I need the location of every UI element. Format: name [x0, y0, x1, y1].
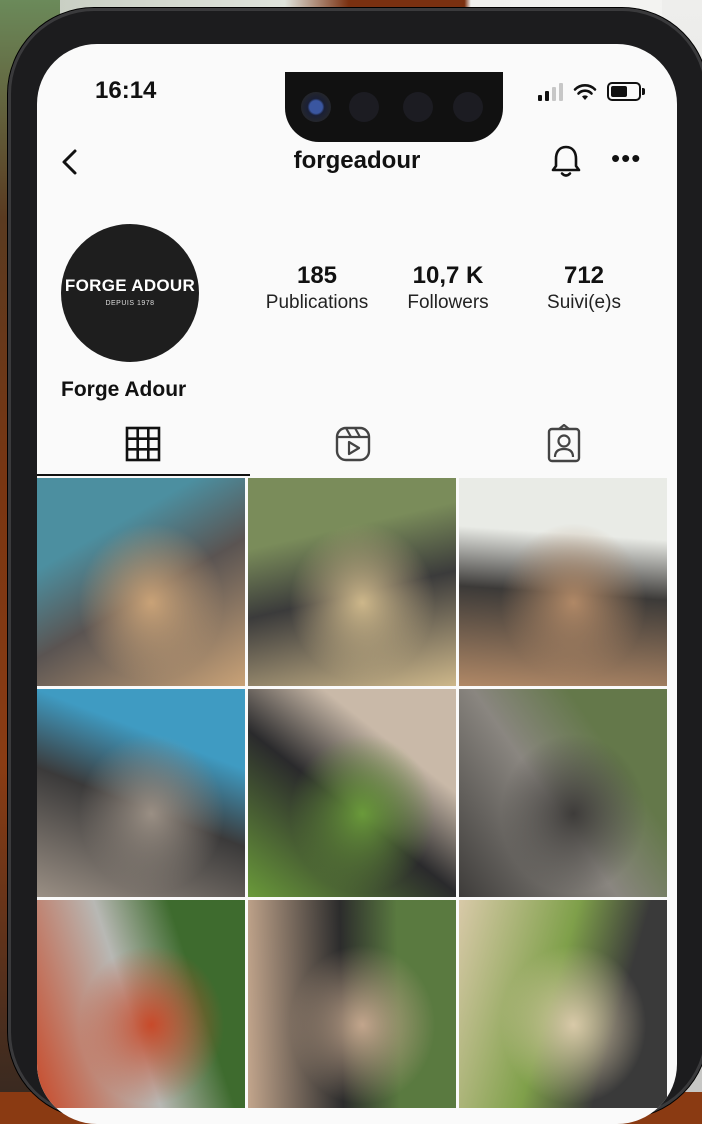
- camera-notch: [285, 72, 503, 142]
- stat-value: 185: [296, 262, 338, 289]
- stat-label: Followers: [407, 292, 489, 313]
- post-thumbnail[interactable]: [459, 689, 667, 897]
- tagged-icon[interactable]: [544, 424, 584, 464]
- profile-tabs: [37, 414, 677, 478]
- active-tab-indicator: [37, 474, 250, 476]
- post-thumbnail[interactable]: [459, 900, 667, 1108]
- phone-screen: 16:14 forgeadour ••• FORGE ADOUR DEPUIS …: [37, 44, 677, 1124]
- bell-icon[interactable]: [545, 140, 587, 182]
- stat-label: Suivi(e)s: [547, 292, 621, 313]
- profile-avatar[interactable]: FORGE ADOUR DEPUIS 1978: [61, 224, 199, 362]
- more-options-icon[interactable]: •••: [611, 145, 641, 171]
- post-thumbnail[interactable]: [459, 478, 667, 686]
- post-thumbnail[interactable]: [37, 900, 245, 1108]
- battery-icon: [607, 82, 645, 101]
- phone-frame: 16:14 forgeadour ••• FORGE ADOUR DEPUIS …: [8, 8, 702, 1124]
- sensor-dot: [453, 92, 483, 122]
- stat-value: 712: [563, 262, 605, 289]
- battery-level: [611, 86, 627, 97]
- post-thumbnail[interactable]: [37, 689, 245, 897]
- profile-display-name: Forge Adour: [61, 378, 187, 401]
- cell-signal-icon: [538, 82, 563, 101]
- stat-publications[interactable]: 185 Publications: [257, 262, 377, 314]
- avatar-brand-text: FORGE ADOUR: [64, 276, 196, 295]
- wifi-icon: [573, 83, 597, 100]
- post-thumbnail[interactable]: [248, 478, 456, 686]
- stat-value: 10,7 K: [412, 262, 484, 289]
- status-icons: [538, 82, 645, 101]
- camera-lens: [301, 92, 331, 122]
- grid-icon[interactable]: [123, 424, 163, 464]
- sensor-dot: [403, 92, 433, 122]
- posts-grid: [37, 478, 677, 1108]
- post-thumbnail[interactable]: [37, 478, 245, 686]
- reels-icon[interactable]: [333, 424, 373, 464]
- status-time: 16:14: [95, 77, 157, 104]
- stat-label: Publications: [265, 292, 369, 313]
- post-thumbnail[interactable]: [248, 689, 456, 897]
- stat-following[interactable]: 712 Suivi(e)s: [529, 262, 639, 314]
- avatar-since-text: DEPUIS 1978: [105, 300, 155, 307]
- sensor-dot: [349, 92, 379, 122]
- stat-followers[interactable]: 10,7 K Followers: [393, 262, 503, 314]
- post-thumbnail[interactable]: [248, 900, 456, 1108]
